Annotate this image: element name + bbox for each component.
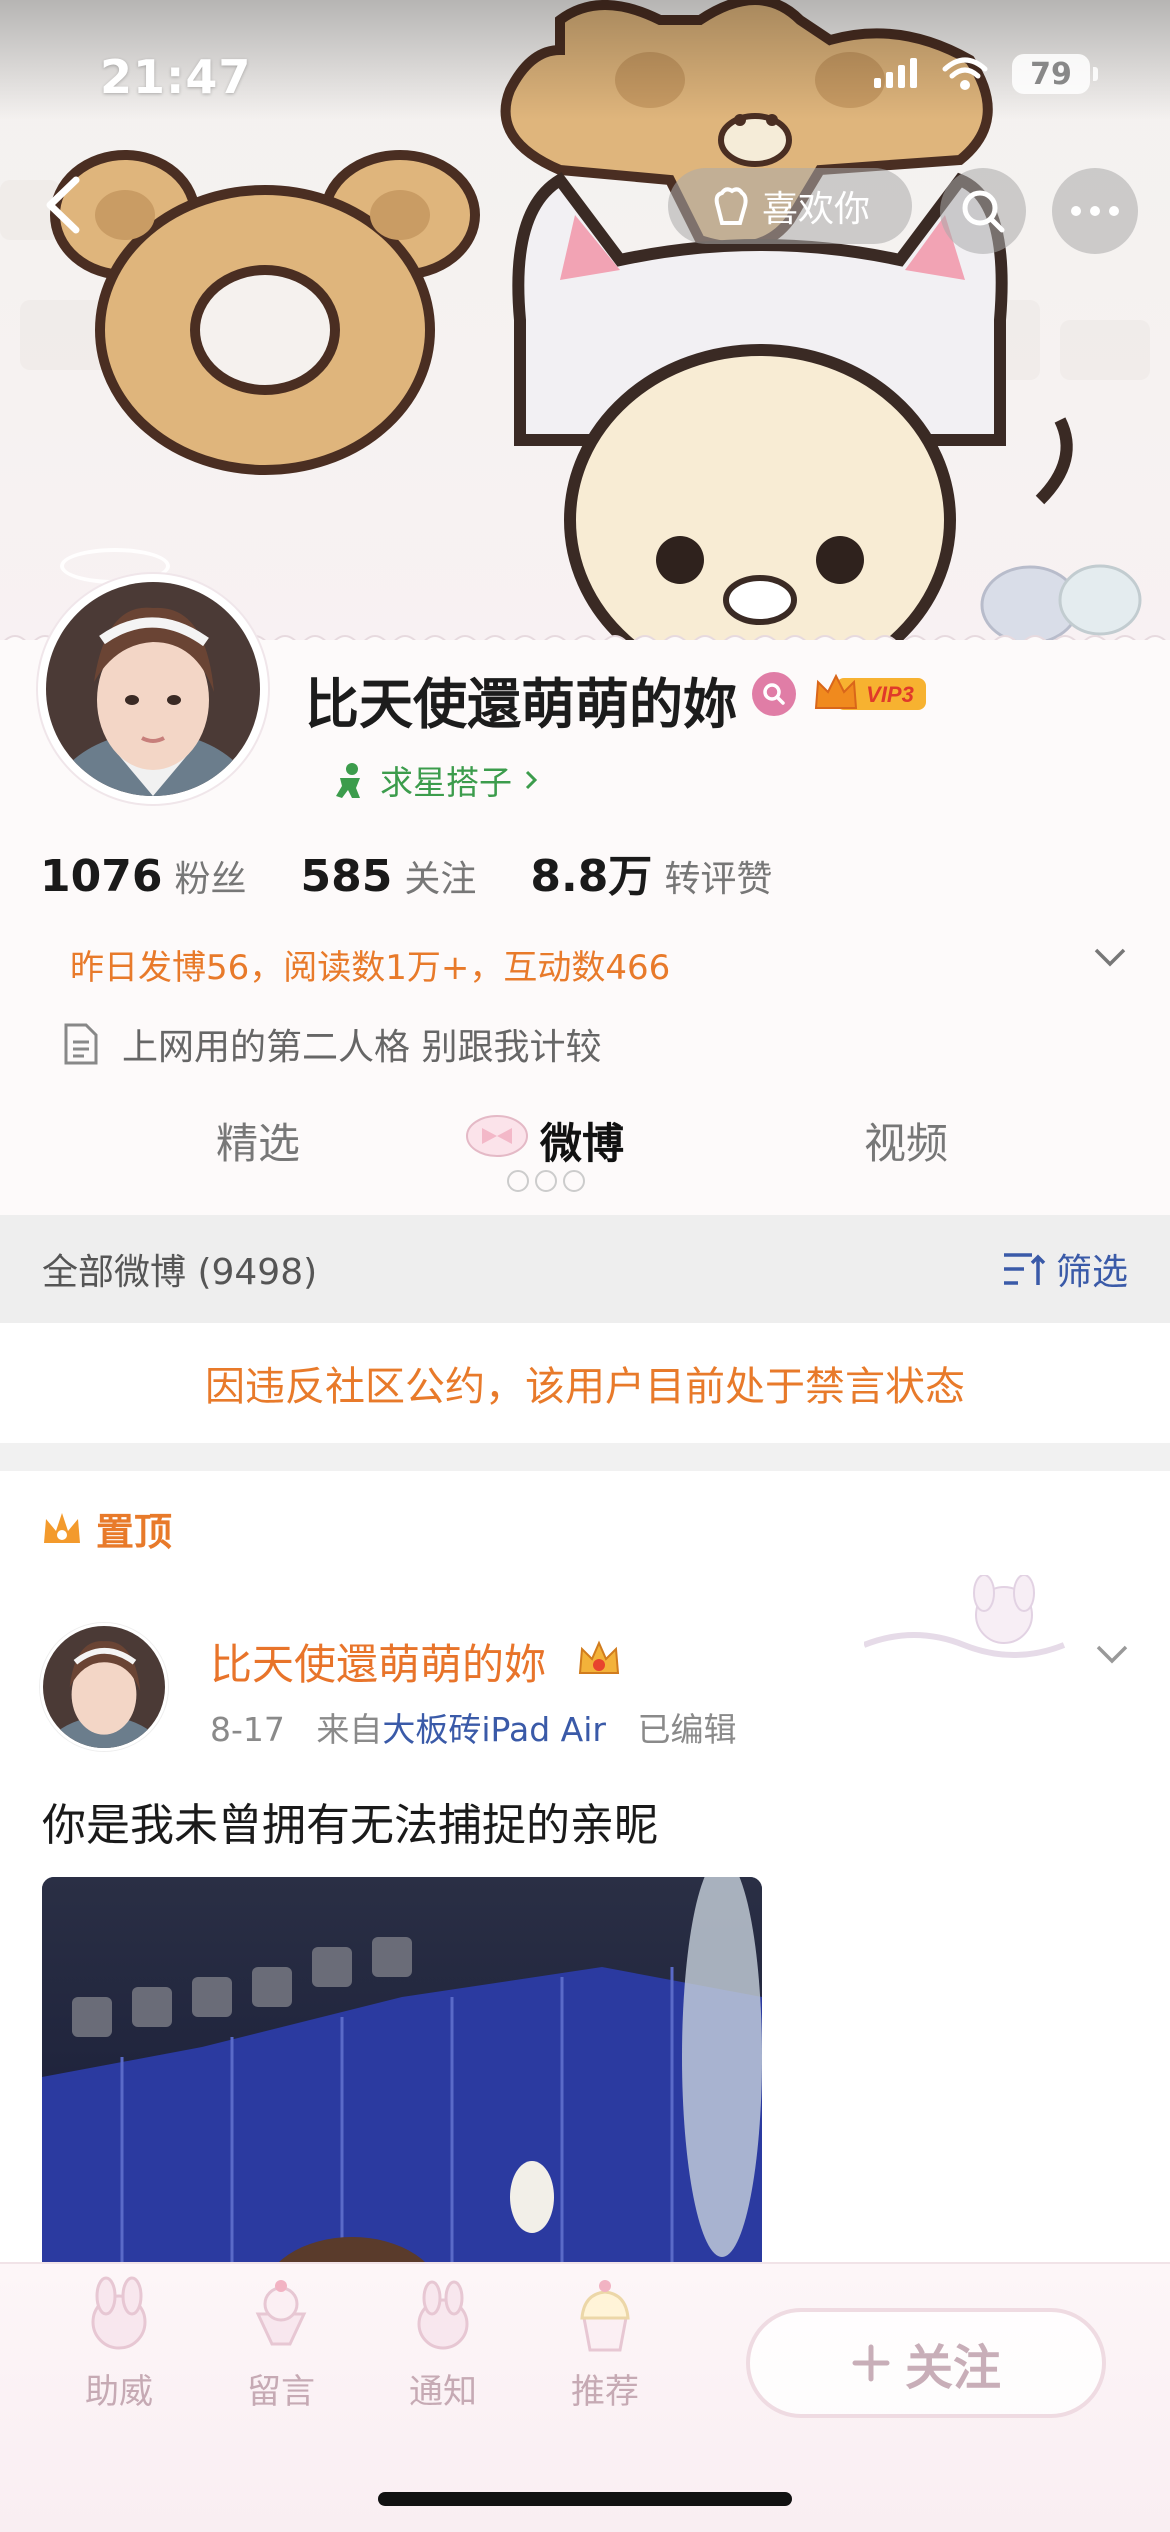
notification-label: 通知 [409,2372,477,2412]
following-stat[interactable]: 585 关注 [300,850,476,902]
avatar-image [43,582,263,912]
recommend-button[interactable]: 推荐 [540,2274,670,2424]
post-options-chevron-icon[interactable] [1092,1639,1132,1669]
activity-summary: 昨日发博56，阅读数1万+，互动数466 [70,948,671,988]
cupcake-icon [580,2280,630,2352]
post-device[interactable]: 大板砖iPad Air [382,1710,606,1749]
wifi-icon [942,57,988,90]
engagement-label: 转评赞 [664,859,773,900]
vip-label: VIP3 [866,682,914,707]
bunny-bell-icon [417,2280,469,2350]
battery-indicator: 79 [1012,54,1098,94]
filter-label: 筛选 [1055,1252,1128,1293]
sundae-icon [255,2280,307,2346]
bio-text: 上网用的第二人格 别跟我计较 [122,1027,602,1068]
figure-icon [336,763,360,798]
filter-button[interactable]: 筛选 [1002,1243,1128,1295]
cheer-label: 助威 [85,2372,153,2412]
profile-banner[interactable]: 21:47 79 喜欢你 [0,0,1170,660]
tab-active-indicator [507,1170,585,1192]
following-label: 关注 [404,859,477,900]
ban-notice: 因违反社区公约，该用户目前处于禁言状态 [0,1323,1170,1443]
crown-icon [44,1512,80,1543]
engagement-count: 8.8万 [530,851,653,902]
post-edited: 已编辑 [637,1710,737,1749]
magnifier-badge-icon [763,683,785,705]
member-crown-icon [578,1640,620,1674]
tab-video[interactable]: 视频 [864,1110,948,1171]
pinned-label-row: 置顶 [40,1501,172,1556]
chevron-right-icon [525,770,538,790]
status-time: 21:47 [100,50,252,104]
bear-hand-icon [714,187,748,225]
followers-stat[interactable]: 1076 粉丝 [40,850,246,902]
profile-header: 比天使還萌萌的妳 VIP3 求星搭子 1076 粉丝 585 关注 8.8万 转… [0,548,1170,1215]
search-icon [962,190,1005,233]
like-you-label: 喜欢你 [761,189,870,230]
following-count: 585 [300,851,393,902]
post-text: 你是我未曾拥有无法捕捉的亲昵 [42,1800,658,1851]
bunny-icon [91,2276,147,2350]
post-date: 8-17 [210,1710,285,1749]
tab-weibo[interactable]: 微博 [540,1110,624,1171]
more-button[interactable] [1052,168,1138,254]
post-from-prefix: 来自 [316,1710,383,1749]
message-button[interactable]: 留言 [216,2274,346,2424]
vip-badge[interactable]: VIP3 [812,668,930,718]
followers-count: 1076 [40,851,163,902]
document-icon [64,1023,98,1065]
filter-bar: 全部微博 (9498) 筛选 [0,1215,1170,1323]
status-icons: 79 [874,54,1098,94]
pinned-post[interactable]: 置顶 比天使還萌萌的妳 8-17 来自大板砖iPad Air 已编辑 你是我未曾… [0,1471,1170,2271]
all-posts-count: 全部微博 (9498) [42,1252,318,1293]
section-divider [0,1443,1170,1471]
engagement-stat[interactable]: 8.8万 转评赞 [530,840,772,904]
post-meta: 8-17 来自大板砖iPad Air 已编辑 [210,1703,736,1751]
notification-button[interactable]: 通知 [378,2274,508,2424]
profile-bio: 上网用的第二人格 别跟我计较 [62,1018,601,1070]
star-partner-link[interactable]: 求星搭子 [330,756,540,804]
back-arrow-icon[interactable] [36,170,96,240]
cellular-signal-icon [874,58,917,88]
recommend-label: 推荐 [571,2372,639,2412]
star-partner-label: 求星搭子 [380,763,512,802]
bow-icon [466,1115,528,1157]
more-dots-icon [1071,206,1119,216]
filter-icon [1003,1253,1046,1285]
follow-label: 关注 [904,2340,1001,2396]
plus-icon [852,2344,890,2382]
chevron-down-icon[interactable] [1090,942,1130,972]
followers-label: 粉丝 [174,859,247,900]
pinned-label: 置顶 [96,1510,173,1554]
profile-avatar[interactable] [38,574,268,912]
home-indicator [378,2492,792,2506]
search-button[interactable] [940,168,1026,254]
profile-stats: 1076 粉丝 585 关注 8.8万 转评赞 [40,840,826,904]
like-you-button[interactable]: 喜欢你 [668,168,912,244]
profile-tabs: 精选 微博 视频 [0,1110,1170,1215]
profile-name: 比天使還萌萌的妳 [305,673,737,736]
verified-badge[interactable] [752,672,796,716]
message-label: 留言 [247,2372,315,2412]
post-image[interactable] [42,1877,762,2271]
status-bar: 21:47 79 [0,40,1170,120]
lace-bunny-decoration [864,1575,1066,1658]
post-author-name[interactable]: 比天使還萌萌的妳 [210,1631,546,1692]
tab-featured[interactable]: 精选 [216,1110,300,1171]
follow-button[interactable]: 关注 [746,2308,1106,2418]
cheer-button[interactable]: 助威 [54,2274,184,2424]
post-author-avatar[interactable] [40,1623,168,1751]
